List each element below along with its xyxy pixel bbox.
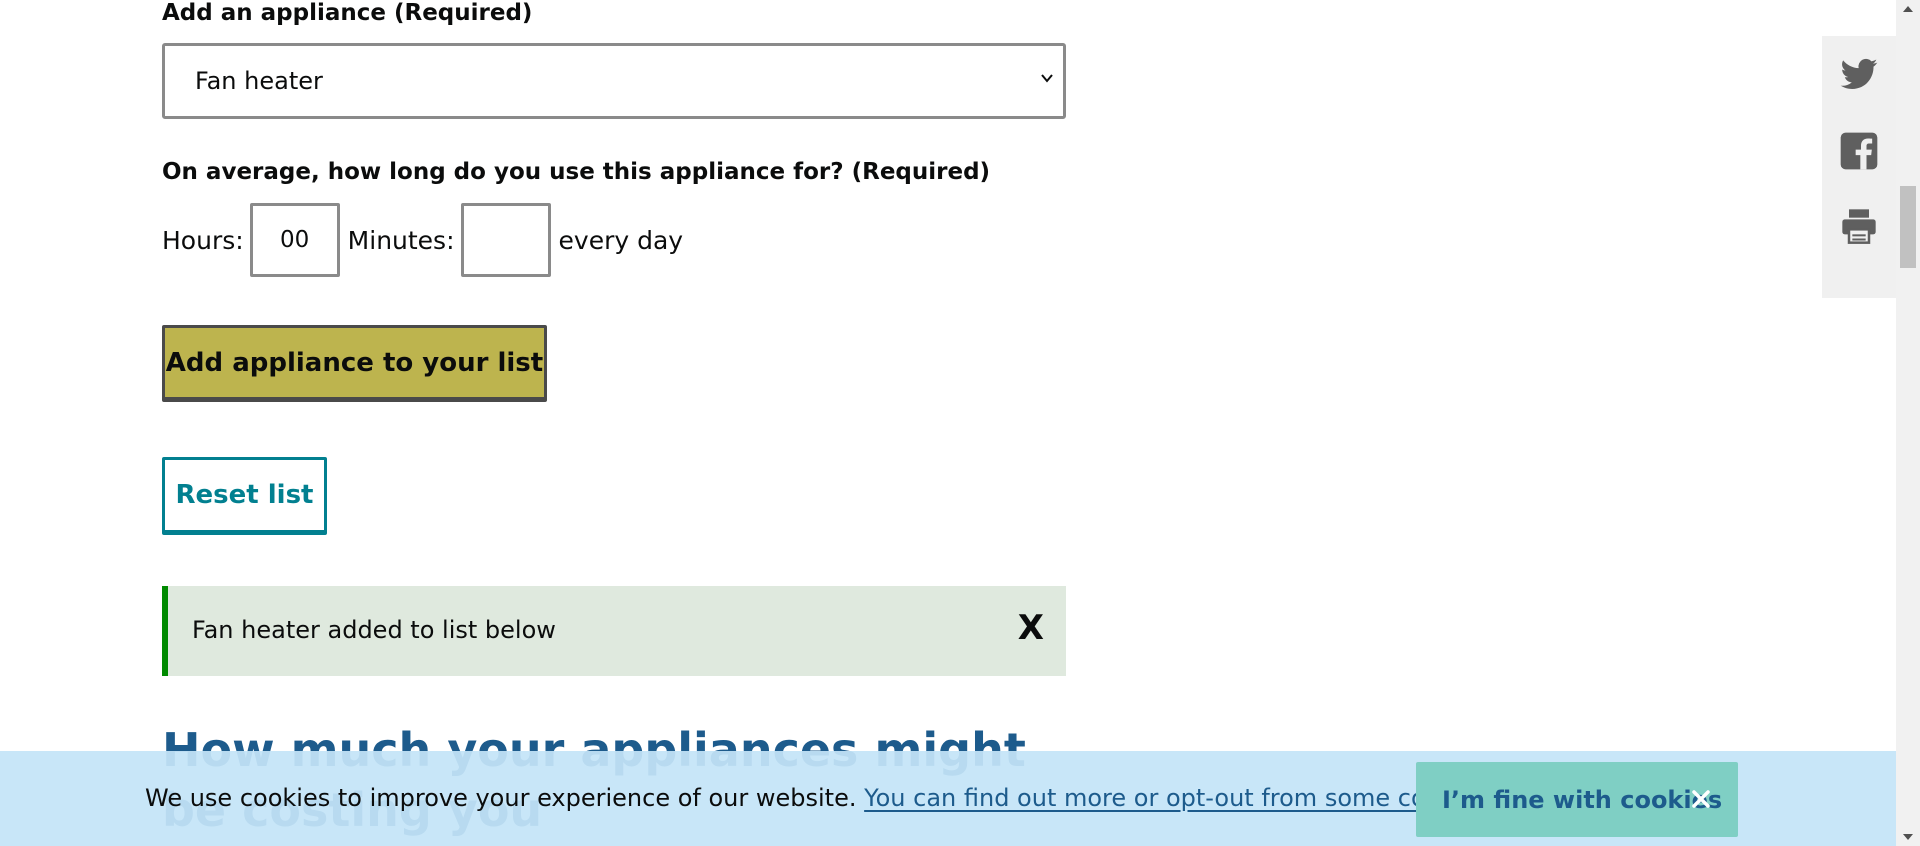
- scrollbar-thumb[interactable]: [1900, 186, 1916, 268]
- minutes-label: Minutes:: [347, 225, 455, 255]
- close-icon[interactable]: [1690, 788, 1712, 810]
- appliance-label: Add an appliance (Required): [162, 0, 533, 26]
- accept-cookies-button[interactable]: I’m fine with cookies: [1416, 762, 1738, 837]
- hours-input[interactable]: 00: [249, 203, 340, 277]
- duration-label: On average, how long do you use this app…: [162, 159, 991, 185]
- minutes-input[interactable]: [460, 203, 551, 277]
- cookie-info-link[interactable]: You can find out more or opt-out from so…: [864, 784, 1488, 812]
- twitter-icon[interactable]: [1839, 54, 1879, 94]
- accept-cookies-label: I’m fine with cookies: [1442, 785, 1723, 814]
- facebook-icon[interactable]: [1839, 131, 1879, 171]
- duration-row: Hours: 00 Minutes: every day: [162, 203, 689, 277]
- notice-text: Fan heater added to list below: [192, 616, 556, 644]
- chevron-down-icon: [1041, 74, 1053, 83]
- page: Add an appliance (Required) Fan heater O…: [0, 0, 1920, 846]
- social-share-bar: [1822, 36, 1896, 298]
- every-day-label: every day: [558, 225, 684, 255]
- hours-label: Hours:: [162, 225, 244, 255]
- add-appliance-button[interactable]: Add appliance to your list: [162, 325, 547, 402]
- scrollbar[interactable]: [1896, 0, 1920, 846]
- cookie-banner: We use cookies to improve your experienc…: [0, 751, 1896, 846]
- scroll-up-arrow-icon[interactable]: [1902, 4, 1914, 14]
- print-icon[interactable]: [1839, 206, 1879, 246]
- cookie-text: We use cookies to improve your experienc…: [145, 784, 857, 812]
- notice-close-button[interactable]: X: [1018, 608, 1044, 648]
- appliance-select-value: Fan heater: [195, 67, 323, 95]
- reset-list-button[interactable]: Reset list: [162, 457, 327, 535]
- scroll-down-arrow-icon[interactable]: [1902, 832, 1914, 842]
- cookie-message: We use cookies to improve your experienc…: [145, 784, 1496, 812]
- added-notice: Fan heater added to list below X: [162, 586, 1066, 676]
- appliance-select[interactable]: Fan heater: [162, 43, 1066, 119]
